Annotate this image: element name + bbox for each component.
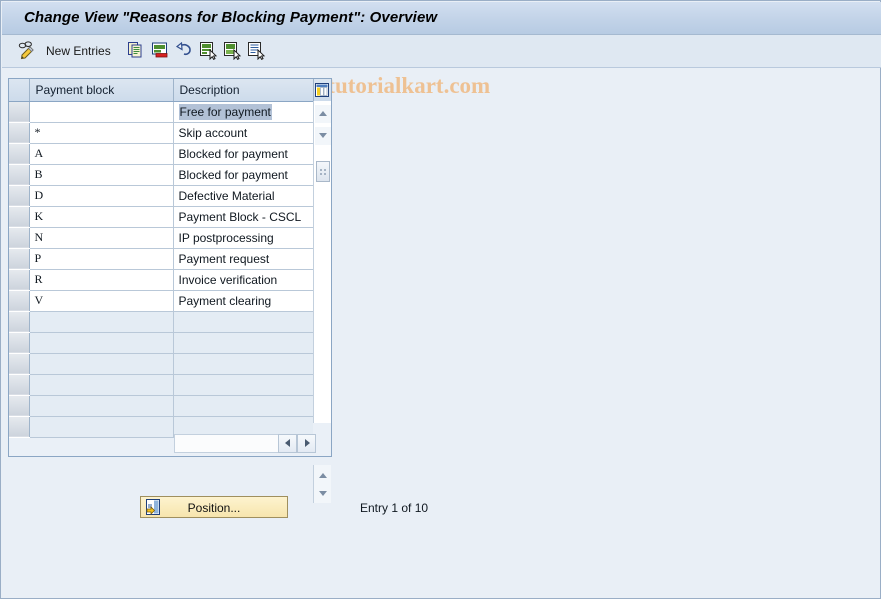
cell-description[interactable] [173, 353, 313, 375]
table-row[interactable]: K Payment Block - CSCL [9, 206, 331, 228]
table-body: Free for payment * Skip account A Blocked fo… [9, 101, 331, 438]
row-select-button[interactable] [9, 395, 30, 417]
scroll-up-icon[interactable] [315, 105, 331, 123]
cell-description[interactable]: Payment request [173, 248, 313, 270]
cell-description[interactable]: Payment clearing [173, 290, 313, 312]
row-select-button[interactable] [9, 269, 30, 291]
select-block-icon[interactable] [222, 40, 242, 60]
cell-payment-block[interactable]: * [29, 122, 174, 144]
cell-payment-block[interactable]: V [29, 290, 174, 312]
cell-payment-block[interactable]: P [29, 248, 174, 270]
cell-payment-block[interactable]: R [29, 269, 174, 291]
column-header-payment-block[interactable]: Payment block [29, 79, 174, 102]
cell-description[interactable] [173, 374, 313, 396]
table-row[interactable] [9, 311, 331, 333]
scroll-up-icon-lower[interactable] [315, 467, 331, 485]
cell-description[interactable]: Invoice verification [173, 269, 313, 291]
row-select-button[interactable] [9, 374, 30, 396]
row-select-button[interactable] [9, 311, 30, 333]
row-select-button[interactable] [9, 353, 30, 375]
undo-icon[interactable] [174, 40, 194, 60]
table-vertical-scrollbar[interactable] [313, 101, 331, 423]
copy-as-icon[interactable] [126, 40, 146, 60]
title-bar: Change View "Reasons for Blocking Paymen… [2, 2, 881, 35]
row-select-button[interactable] [9, 143, 30, 165]
entries-table-panel: Payment block Description Free for payme… [8, 78, 332, 503]
row-select-button[interactable] [9, 227, 30, 249]
row-select-button[interactable] [9, 416, 30, 438]
cell-description[interactable]: Payment Block - CSCL [173, 206, 313, 228]
cell-payment-block[interactable] [29, 101, 174, 123]
row-select-button[interactable] [9, 101, 30, 123]
sap-window: Change View "Reasons for Blocking Paymen… [0, 0, 881, 599]
table-vertical-scrollbar-lower[interactable] [313, 465, 331, 503]
cell-description[interactable] [173, 332, 313, 354]
cell-payment-block[interactable]: D [29, 185, 174, 207]
deselect-all-icon[interactable] [246, 40, 266, 60]
entry-status-text: Entry 1 of 10 [360, 501, 429, 515]
cell-payment-block[interactable] [29, 353, 174, 375]
column-header-description[interactable]: Description [173, 79, 314, 102]
page-title: Change View "Reasons for Blocking Paymen… [24, 9, 438, 26]
table-row[interactable] [9, 353, 331, 375]
table-row[interactable] [9, 332, 331, 354]
scroll-right-icon[interactable] [297, 434, 316, 453]
cell-payment-block[interactable]: K [29, 206, 174, 228]
row-select-button[interactable] [9, 248, 30, 270]
delete-icon[interactable] [150, 40, 170, 60]
table-settings-icon[interactable] [313, 79, 331, 102]
table-row[interactable]: A Blocked for payment [9, 143, 331, 165]
cell-payment-block[interactable]: N [29, 227, 174, 249]
scroll-down-icon-lower[interactable] [315, 485, 331, 503]
table-row[interactable]: Free for payment [9, 101, 331, 123]
position-button[interactable]: Position... [140, 496, 288, 518]
new-entries-button[interactable]: New Entries [46, 44, 111, 58]
cell-payment-block[interactable] [29, 395, 174, 417]
table-row[interactable]: D Defective Material [9, 185, 331, 207]
table-row[interactable]: R Invoice verification [9, 269, 331, 291]
table-row[interactable]: V Payment clearing [9, 290, 331, 312]
select-all-icon[interactable] [198, 40, 218, 60]
cell-description[interactable] [173, 395, 313, 417]
row-select-button[interactable] [9, 206, 30, 228]
scrollbar-thumb[interactable] [316, 161, 330, 182]
cell-payment-block[interactable] [29, 311, 174, 333]
payment-block-table: Payment block Description Free for payme… [9, 79, 331, 438]
pencil-glasses-icon[interactable] [16, 40, 36, 60]
scroll-down-icon[interactable] [315, 127, 331, 145]
cell-payment-block[interactable]: A [29, 143, 174, 165]
table-row[interactable]: N IP postprocessing [9, 227, 331, 249]
select-all-column-header[interactable] [9, 79, 30, 102]
cell-description[interactable]: IP postprocessing [173, 227, 313, 249]
cell-payment-block[interactable]: B [29, 164, 174, 186]
table-row[interactable]: * Skip account [9, 122, 331, 144]
cell-payment-block[interactable] [29, 332, 174, 354]
row-select-button[interactable] [9, 185, 30, 207]
cell-description[interactable] [173, 311, 313, 333]
table-row[interactable] [9, 395, 331, 417]
row-select-button[interactable] [9, 122, 30, 144]
table-row[interactable]: P Payment request [9, 248, 331, 270]
application-toolbar: New Entries www.tutorialkart.com [2, 35, 881, 98]
position-button-label: Position... [187, 501, 241, 515]
cell-payment-block[interactable] [29, 374, 174, 396]
row-select-button[interactable] [9, 332, 30, 354]
scroll-left-icon[interactable] [278, 434, 297, 453]
table-row[interactable]: B Blocked for payment [9, 164, 331, 186]
cell-description[interactable]: Blocked for payment [173, 143, 313, 165]
cell-description[interactable]: Defective Material [173, 185, 313, 207]
cell-description[interactable]: Free for payment [173, 101, 313, 123]
table-header-row: Payment block Description [9, 79, 331, 102]
row-select-button[interactable] [9, 164, 30, 186]
thumb-grip-icon [320, 169, 327, 175]
row-select-button[interactable] [9, 290, 30, 312]
selected-cell-text: Free for payment [178, 103, 272, 120]
cell-description[interactable]: Blocked for payment [173, 164, 313, 186]
table-row[interactable] [9, 374, 331, 396]
cell-description[interactable]: Skip account [173, 122, 313, 144]
cell-payment-block[interactable] [29, 416, 174, 438]
